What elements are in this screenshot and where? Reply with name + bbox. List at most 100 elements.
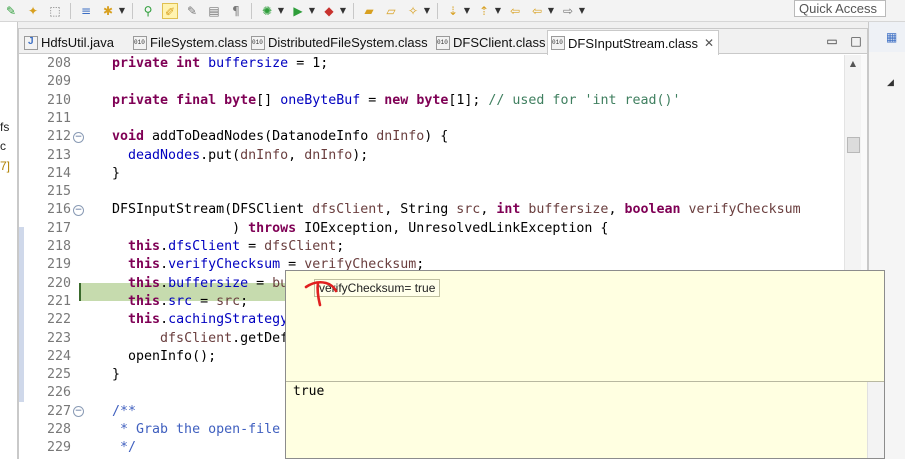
code-line[interactable]: private int buffersize = 1;	[96, 55, 328, 73]
code-line[interactable]: }	[96, 165, 120, 183]
debug-icon[interactable]: ✺	[259, 3, 275, 19]
line-number[interactable]: 227	[39, 403, 71, 421]
code-line[interactable]: /**	[96, 403, 136, 421]
popup-divider[interactable]	[286, 381, 884, 382]
code-line[interactable]: * Grab the open-file in	[96, 421, 304, 439]
outline-icon[interactable]: ▦	[886, 30, 897, 44]
code-line[interactable]: }	[96, 366, 120, 384]
popup-scrollbar[interactable]	[867, 382, 884, 458]
tree-expand-icon[interactable]: ◢	[887, 78, 894, 88]
code-line[interactable]: deadNodes.put(dnInfo, dnInfo);	[96, 147, 368, 165]
pilcrow-icon[interactable]: ¶	[228, 3, 244, 19]
chevron-down-icon[interactable]: ▼	[423, 3, 431, 19]
pin-icon[interactable]: ⚲	[140, 3, 156, 19]
close-icon[interactable]: ✕	[704, 36, 714, 50]
code-line[interactable]: dfsClient.getDefa	[96, 330, 296, 348]
tab-label: FileSystem.class	[150, 35, 248, 50]
chevron-down-icon[interactable]: ▼	[494, 3, 502, 19]
edit-icon[interactable]: ✎	[184, 3, 200, 19]
external-tools-icon[interactable]: ◆	[321, 3, 337, 19]
line-number[interactable]: 219	[39, 256, 71, 274]
word-wrap-icon[interactable]: ≡	[78, 3, 94, 19]
code-line[interactable]: this.cachingStrategy =	[96, 311, 304, 329]
run-icon[interactable]: ▶	[290, 3, 306, 19]
line-number[interactable]: 218	[39, 238, 71, 256]
chevron-down-icon[interactable]: ▼	[339, 3, 347, 19]
tab-hdfsutil-java[interactable]: HdfsUtil.java	[21, 31, 118, 54]
show-whitespace-icon[interactable]: ✱	[100, 3, 116, 19]
line-number-gutter[interactable]: 208 209 210 211 212−213 214 215 216−217 218 219 22…	[39, 55, 91, 459]
chevron-down-icon[interactable]: ▼	[547, 3, 555, 19]
line-number[interactable]: 226	[39, 384, 71, 402]
code-line[interactable]: this.dfsClient = dfsClient;	[96, 238, 344, 256]
line-number[interactable]: 208	[39, 55, 71, 73]
chevron-down-icon[interactable]: ▼	[308, 3, 316, 19]
next-annotation-icon[interactable]: ⇣	[445, 3, 461, 19]
fold-toggle-icon[interactable]: −	[73, 204, 84, 216]
fold-toggle-icon[interactable]: −	[73, 131, 84, 143]
forward-icon[interactable]: ⇨	[560, 3, 576, 19]
code-line[interactable]: DFSInputStream(DFSClient dfsClient, Stri…	[96, 201, 801, 219]
line-number[interactable]: 220	[39, 275, 71, 293]
line-number[interactable]: 214	[39, 165, 71, 183]
open-folder-icon[interactable]: ▱	[383, 3, 399, 19]
maximize-icon[interactable]: □	[847, 32, 865, 50]
back-icon[interactable]: ⇦	[507, 3, 523, 19]
toolbar-separator	[70, 3, 71, 19]
code-token: .	[160, 275, 169, 291]
fold-toggle-icon[interactable]: −	[73, 406, 84, 418]
line-number[interactable]: 209	[39, 73, 71, 91]
chevron-down-icon[interactable]: ▼	[578, 3, 586, 19]
line-number[interactable]: 224	[39, 348, 71, 366]
toggle-mark-occurrences-icon[interactable]: ✦	[25, 3, 41, 19]
chevron-down-icon[interactable]: ▼	[463, 3, 471, 19]
skip-breakpoints-icon[interactable]: ✎	[3, 3, 19, 19]
scrollbar-thumb[interactable]	[847, 137, 860, 153]
line-number[interactable]: 212	[39, 128, 71, 146]
line-number[interactable]: 229	[39, 439, 71, 457]
line-number[interactable]: 216	[39, 201, 71, 219]
line-number[interactable]: 211	[39, 110, 71, 128]
chevron-down-icon[interactable]: ▼	[277, 3, 285, 19]
tab-distributedfilesystem-class[interactable]: DistributedFileSystem.class	[248, 31, 432, 54]
tab-dfsinputstream-class[interactable]: DFSInputStream.class ✕	[547, 30, 720, 55]
block-selection-icon[interactable]: ⬚	[47, 3, 63, 19]
class-file-icon	[436, 35, 450, 50]
left-panel-item[interactable]: c	[0, 139, 6, 153]
line-number[interactable]: 221	[39, 293, 71, 311]
code-line[interactable]: ) throws IOException, UnresolvedLinkExce…	[96, 220, 608, 238]
scroll-up-icon[interactable]: ▲	[848, 59, 858, 69]
line-number[interactable]: 210	[39, 92, 71, 110]
tab-dfsclient-class[interactable]: DFSClient.class	[433, 31, 549, 54]
tab-filesystem-class[interactable]: FileSystem.class	[130, 31, 252, 54]
line-number[interactable]: 213	[39, 147, 71, 165]
document-icon[interactable]: ▤	[206, 3, 222, 19]
code-line[interactable]: void addToDeadNodes(DatanodeInfo dnInfo)…	[96, 128, 448, 146]
line-number[interactable]: 223	[39, 330, 71, 348]
code-line[interactable]: private final byte[] oneByteBuf = new by…	[96, 92, 681, 110]
line-number[interactable]: 217	[39, 220, 71, 238]
wand-icon[interactable]: ✧	[405, 3, 421, 19]
minimize-icon[interactable]: ▭	[823, 32, 841, 50]
code-token: DFSInputStream(DFSClient	[96, 202, 313, 218]
left-panel-item[interactable]: fs	[0, 120, 9, 134]
quick-access-input[interactable]: Quick Access	[794, 0, 886, 17]
code-line[interactable]: */	[96, 439, 136, 457]
line-number[interactable]: 215	[39, 183, 71, 201]
line-number[interactable]: 228	[39, 421, 71, 439]
previous-annotation-icon[interactable]: ⇡	[476, 3, 492, 19]
annotation-ruler[interactable]	[19, 55, 39, 459]
new-package-icon[interactable]: ▰	[361, 3, 377, 19]
left-panel-item[interactable]: 7]	[0, 159, 10, 173]
code-line[interactable]: this.buffersize = buff	[96, 275, 304, 293]
code-line[interactable]: this.src = src;	[96, 293, 248, 311]
code-line[interactable]: openInfo();	[96, 348, 216, 366]
back-history-icon[interactable]: ⇦	[529, 3, 545, 19]
chevron-down-icon[interactable]: ▼	[118, 3, 126, 19]
highlight-icon[interactable]: ✐	[162, 3, 178, 19]
line-number[interactable]: 222	[39, 311, 71, 329]
line-number[interactable]: 225	[39, 366, 71, 384]
popup-value-text[interactable]: true	[293, 384, 324, 399]
